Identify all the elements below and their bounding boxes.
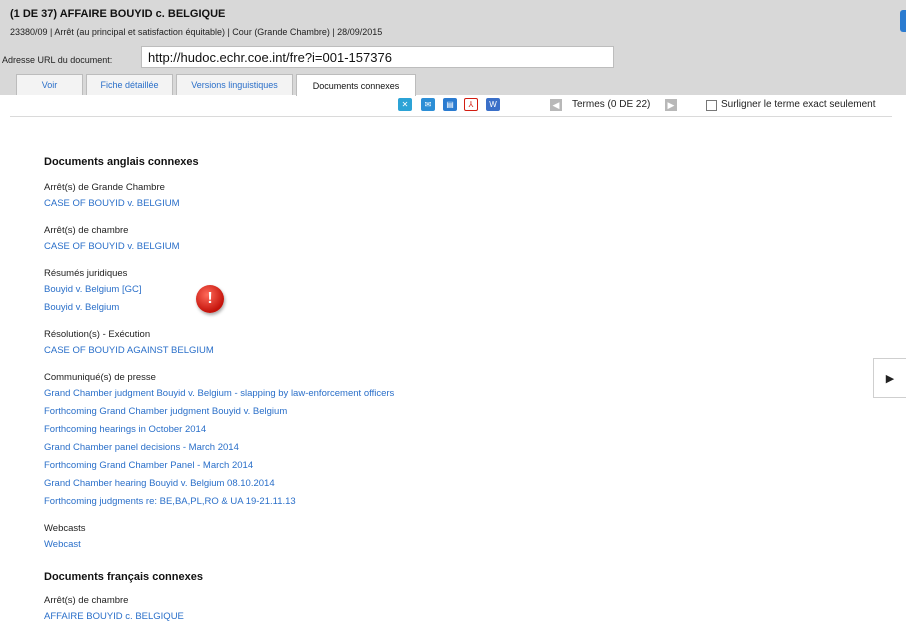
document-toolbar: ✕ ✉ ▤ ⅄ W ◀ Termes (0 DE 22) ▶ Surligner… — [0, 95, 906, 117]
group-label: Webcasts — [44, 523, 86, 534]
email-icon[interactable]: ✉ — [421, 98, 435, 111]
tab-documents-connexes[interactable]: Documents connexes — [296, 74, 416, 96]
related-documents-panel: Documents anglais connexes Arrêt(s) de G… — [44, 155, 644, 625]
document-link[interactable]: Bouyid v. Belgium — [44, 301, 644, 319]
exact-term-checkbox[interactable] — [706, 100, 717, 111]
group-label: Communiqué(s) de presse — [44, 372, 156, 383]
print-icon[interactable]: ▤ — [443, 98, 457, 111]
chevron-right-icon: ▶ — [885, 372, 895, 385]
french-section-title: Documents français connexes — [44, 571, 203, 583]
next-term-button[interactable]: ▶ — [665, 99, 677, 111]
group-label: Résumés juridiques — [44, 268, 128, 279]
document-link[interactable]: Forthcoming judgments re: BE,BA,PL,RO & … — [44, 495, 644, 513]
document-url-field[interactable] — [141, 46, 614, 68]
document-link[interactable]: Grand Chamber hearing Bouyid v. Belgium … — [44, 477, 644, 495]
tab-fiche-detaillee[interactable]: Fiche détaillée — [86, 74, 173, 95]
side-next-button[interactable]: ▶ — [873, 358, 906, 398]
group-label: Résolution(s) - Exécution — [44, 329, 151, 340]
terms-counter: Termes (0 DE 22) — [572, 99, 651, 110]
tab-bar: Voir Fiche détaillée Versions linguistiq… — [16, 74, 419, 96]
document-link[interactable]: CASE OF BOUYID AGAINST BELGIUM — [44, 344, 644, 362]
expand-icon[interactable]: ✕ — [398, 98, 412, 111]
group-label: Arrêt(s) de Grande Chambre — [44, 182, 165, 193]
group-label: Arrêt(s) de chambre — [44, 225, 129, 236]
document-link[interactable]: Forthcoming Grand Chamber judgment Bouyi… — [44, 405, 644, 423]
word-icon[interactable]: W — [486, 98, 500, 111]
tab-versions-linguistiques[interactable]: Versions linguistiques — [176, 74, 293, 95]
tab-voir[interactable]: Voir — [16, 74, 83, 95]
document-title: (1 DE 37) AFFAIRE BOUYID c. BELGIQUE — [10, 8, 226, 20]
previous-term-button[interactable]: ◀ — [550, 99, 562, 111]
exact-term-label: Surligner le terme exact seulement — [721, 99, 876, 110]
document-link[interactable]: CASE OF BOUYID v. BELGIUM — [44, 197, 644, 215]
url-label: Adresse URL du document: — [2, 55, 113, 65]
english-section-title: Documents anglais connexes — [44, 156, 199, 168]
document-link[interactable]: CASE OF BOUYID v. BELGIUM — [44, 240, 644, 258]
document-link[interactable]: Forthcoming hearings in October 2014 — [44, 423, 644, 441]
pdf-icon[interactable]: ⅄ — [464, 98, 478, 111]
document-link[interactable]: Bouyid v. Belgium [GC] — [44, 283, 644, 301]
document-link[interactable]: Forthcoming Grand Chamber Panel - March … — [44, 459, 644, 477]
toolbar-divider — [10, 116, 892, 117]
document-header: (1 DE 37) AFFAIRE BOUYID c. BELGIQUE 233… — [0, 0, 906, 96]
document-link[interactable]: Webcast — [44, 538, 644, 556]
warning-icon[interactable]: ! — [196, 285, 224, 313]
document-meta: 23380/09 | Arrêt (au principal et satisf… — [10, 27, 383, 37]
corner-tab[interactable] — [900, 10, 906, 32]
document-link[interactable]: Grand Chamber panel decisions - March 20… — [44, 441, 644, 459]
document-link[interactable]: AFFAIRE BOUYID c. BELGIQUE — [44, 610, 644, 625]
document-link[interactable]: Grand Chamber judgment Bouyid v. Belgium… — [44, 387, 644, 405]
group-label: Arrêt(s) de chambre — [44, 595, 129, 606]
